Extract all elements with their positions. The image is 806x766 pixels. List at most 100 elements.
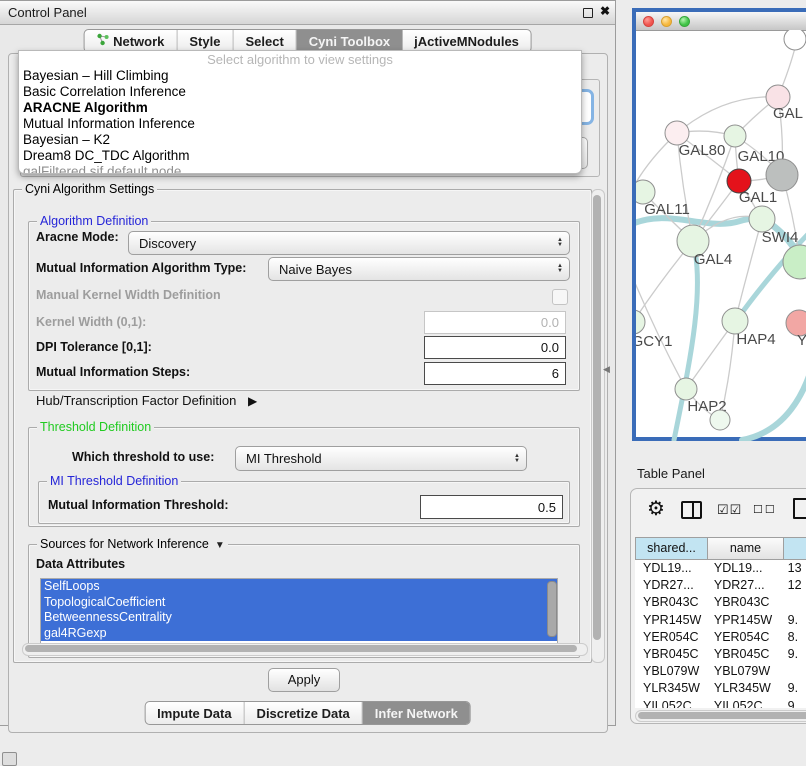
- table-row[interactable]: YER054CYER054C8.: [635, 629, 806, 646]
- threshold-definition-title: Threshold Definition: [37, 420, 154, 434]
- network-node-hap2[interactable]: [675, 378, 697, 400]
- sources-group-title[interactable]: Sources for Network Inference▼: [37, 537, 228, 551]
- control-panel-window: Control Panel ✖ NetworkStyleSelectCyni T…: [0, 0, 616, 726]
- network-node[interactable]: [766, 159, 798, 191]
- table-cell: 9: [780, 698, 806, 709]
- manual-kernel-checkbox[interactable]: [552, 289, 568, 305]
- splitter-collapse-icon[interactable]: ◀: [603, 364, 610, 375]
- checked-pair-icon[interactable]: ☑☑: [717, 502, 742, 518]
- minimized-panel-icon[interactable]: [2, 752, 17, 766]
- sources-hscrollbar[interactable]: [22, 643, 588, 656]
- hub-definition-expander[interactable]: Hub/Transcription Factor Definition ▶: [36, 393, 257, 408]
- mi-threshold-field[interactable]: [420, 495, 563, 519]
- algorithm-option-bayesian-k2[interactable]: Bayesian – K2: [19, 132, 581, 148]
- network-node-gal10[interactable]: [724, 125, 746, 147]
- tab-cyni-toolbox[interactable]: Cyni Toolbox: [297, 30, 402, 52]
- node-label-hap4: HAP4: [736, 331, 775, 348]
- node-label-gal: GAL: [773, 105, 803, 122]
- network-node[interactable]: [784, 30, 806, 50]
- table-cell: YDL19...: [635, 560, 706, 577]
- attribute-item-selfloops[interactable]: SelfLoops: [41, 579, 557, 595]
- gear-icon[interactable]: ⚙: [647, 496, 665, 521]
- stepper-arrows-icon: ▲▼: [557, 232, 563, 254]
- kernel-width-field[interactable]: [424, 311, 566, 334]
- algorithm-option-aracne-algorithm[interactable]: ARACNE Algorithm: [19, 100, 581, 116]
- expand-right-icon: ▶: [248, 394, 257, 408]
- tab-discretize-data[interactable]: Discretize Data: [245, 702, 363, 724]
- attributes-scrollbar[interactable]: [546, 581, 556, 639]
- which-threshold-combobox[interactable]: MI Threshold ▲▼: [235, 446, 527, 471]
- mi-type-combobox[interactable]: Naive Bayes ▲▼: [268, 257, 570, 281]
- column-header-shared[interactable]: shared...: [635, 537, 708, 560]
- table-cell: YBR043C: [635, 594, 706, 611]
- tab-impute-data[interactable]: Impute Data: [145, 702, 244, 724]
- column-header-name[interactable]: name: [708, 537, 784, 560]
- network-node-swi4[interactable]: [783, 245, 806, 279]
- table-cell: YER054C: [706, 629, 780, 646]
- mi-steps-label: Mutual Information Steps:: [36, 365, 190, 379]
- tab-style[interactable]: Style: [177, 30, 233, 52]
- mi-steps-field[interactable]: [424, 362, 566, 385]
- mac-close-icon[interactable]: [643, 16, 654, 27]
- table-row[interactable]: YDR27...YDR27...12: [635, 577, 806, 594]
- mi-type-label: Mutual Information Algorithm Type:: [36, 261, 246, 275]
- attribute-item-gal4rgexp[interactable]: gal4RGexp: [41, 626, 557, 642]
- table-row[interactable]: YIL052CYIL052C9: [635, 698, 806, 709]
- algorithm-option-mutual-information-inference[interactable]: Mutual Information Inference: [19, 116, 581, 132]
- node-label-gal4: GAL4: [694, 251, 732, 268]
- page-icon[interactable]: [793, 498, 806, 519]
- settings-scrollbar[interactable]: [591, 189, 605, 663]
- attribute-item-topologicalcoefficient[interactable]: TopologicalCoefficient: [41, 595, 557, 611]
- attribute-item-betweennesscentrality[interactable]: BetweennessCentrality: [41, 610, 557, 626]
- mac-zoom-icon[interactable]: [679, 16, 690, 27]
- tab-infer-network[interactable]: Infer Network: [363, 702, 470, 724]
- which-threshold-value: MI Threshold: [246, 451, 322, 466]
- table-cell: 12: [780, 577, 806, 594]
- split-columns-icon[interactable]: [681, 501, 702, 519]
- table-row[interactable]: YPR145WYPR145W9.: [635, 612, 806, 629]
- mi-threshold-group-title: MI Threshold Definition: [47, 474, 181, 488]
- table-cell: YBL079W: [635, 663, 706, 680]
- network-edge[interactable]: [742, 352, 806, 440]
- algorithm-option-galfiltered-sif-default-node[interactable]: galFiltered.sif default node: [19, 164, 581, 174]
- tab-jactivemnodules[interactable]: jActiveMNodules: [402, 30, 531, 52]
- network-window-titlebar: [636, 12, 806, 31]
- dpi-tolerance-field[interactable]: [424, 336, 566, 359]
- network-view-window: GALGAL80GAL10GAL1SWI4GAL11GAL4GCY1HAP4YH…: [632, 8, 806, 441]
- algorithm-option-basic-correlation-inference[interactable]: Basic Correlation Inference: [19, 84, 581, 100]
- close-icon[interactable]: ✖: [600, 4, 610, 18]
- which-threshold-label: Which threshold to use:: [72, 450, 214, 464]
- table-row[interactable]: YBR045CYBR045C9.: [635, 646, 806, 663]
- apply-button[interactable]: Apply: [268, 668, 340, 692]
- table-row[interactable]: YLR345WYLR345W9.: [635, 680, 806, 697]
- table-hscrollbar[interactable]: [635, 710, 806, 722]
- network-icon: [96, 33, 109, 49]
- network-canvas[interactable]: GALGAL80GAL10GAL1SWI4GAL11GAL4GCY1HAP4YH…: [636, 30, 806, 441]
- aracne-mode-value: Discovery: [139, 236, 196, 251]
- algorithm-option-bayesian-hill-climbing[interactable]: Bayesian – Hill Climbing: [19, 68, 581, 84]
- table-row[interactable]: YBR043CYBR043C: [635, 594, 806, 611]
- node-label-swi4: SWI4: [762, 229, 799, 246]
- tab-select[interactable]: Select: [233, 30, 296, 52]
- mac-minimize-icon[interactable]: [661, 16, 672, 27]
- algorithm-definition-title: Algorithm Definition: [37, 214, 151, 228]
- data-attributes-list[interactable]: SelfLoopsTopologicalCoefficientBetweenne…: [40, 578, 558, 644]
- kernel-width-label: Kernel Width (0,1):: [36, 315, 146, 329]
- node-label-y: Y: [797, 332, 806, 349]
- table-row[interactable]: YDL19...YDL19...13: [635, 560, 806, 577]
- network-node[interactable]: [710, 410, 730, 430]
- aracne-mode-label: Aracne Mode:: [36, 230, 119, 244]
- manual-kernel-label: Manual Kernel Width Definition: [36, 288, 221, 302]
- column-header-a[interactable]: A: [784, 537, 806, 560]
- unchecked-pair-icon[interactable]: ☐☐: [753, 503, 777, 516]
- aracne-mode-combobox[interactable]: Discovery ▲▼: [128, 231, 570, 255]
- float-icon[interactable]: [583, 8, 593, 18]
- network-node-gcy1[interactable]: [636, 310, 645, 334]
- cyni-bottom-tabs: Impute DataDiscretize DataInfer Network: [144, 701, 471, 725]
- table-cell: YER054C: [635, 629, 706, 646]
- node-label-gal1: GAL1: [739, 189, 777, 206]
- table-row[interactable]: YBL079WYBL079W: [635, 663, 806, 680]
- dpi-tolerance-label: DPI Tolerance [0,1]:: [36, 340, 152, 354]
- tab-network[interactable]: Network: [84, 30, 177, 52]
- algorithm-option-dream8-dc-tdc-algorithm[interactable]: Dream8 DC_TDC Algorithm: [19, 148, 581, 164]
